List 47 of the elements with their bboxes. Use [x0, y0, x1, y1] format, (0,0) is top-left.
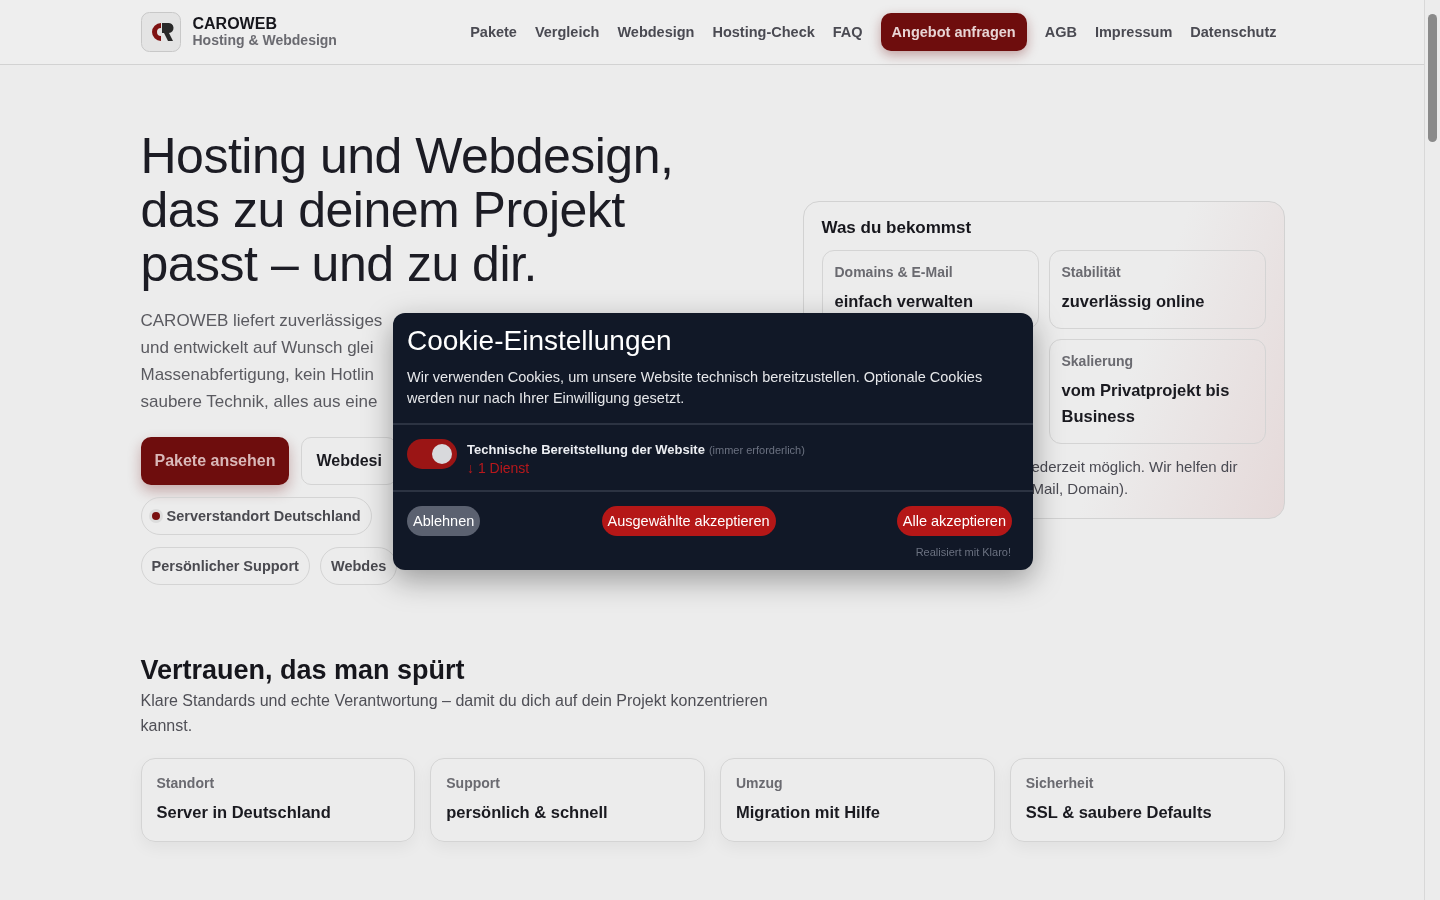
card-label: Standort	[156, 775, 216, 791]
accept-button[interactable]: Ausgewählte akzeptieren	[601, 506, 776, 536]
hero-heading: Hosting und Webdesign, das zu deinem Projekt passt – und zu dir.	[140, 129, 675, 291]
powered-by-link[interactable]: Realisiert mit Klaro!	[915, 546, 1011, 558]
card-value: Migration mit Hilfe	[736, 802, 881, 823]
nav-link[interactable]: Pakete	[470, 24, 517, 40]
nav-link[interactable]: Webdesign	[617, 24, 695, 40]
brand-name[interactable]: CAROWEB	[192, 15, 337, 32]
card-label: Sicherheit	[1025, 775, 1095, 791]
service-note: (immer erforderlich)	[708, 444, 805, 456]
tile-label: Stabilität	[1061, 264, 1122, 280]
accept-button[interactable]: Alle akzeptieren	[896, 506, 1012, 536]
nav-link[interactable]: FAQ	[832, 24, 863, 40]
nav-link[interactable]: Datenschutz	[1190, 24, 1277, 40]
decline-button[interactable]: Ablehnen	[407, 506, 481, 536]
dialog-text: Wir verwenden Cookies, um unsere Website technisch bereitzustellen. Optionale Cookies werden nur nach Ihrer Einwilligung gesetzt.	[407, 368, 984, 408]
note-text: Mail, Domain).	[1031, 479, 1130, 499]
tile-value: einfach verwalten	[834, 291, 974, 312]
tile-value: zuverlässig online	[1061, 291, 1206, 312]
note-text: ederzeit möglich. Wir helfen dir	[1031, 457, 1239, 477]
tile-value: vom Privatprojekt bis Business	[1061, 380, 1231, 427]
hero-text: Massenabfertigung, kein Hotlin	[140, 364, 374, 386]
nav-link[interactable]: Hosting-Check	[712, 24, 815, 40]
section-subtitle: Klare Standards und echte Verantwortung – damit du dich auf dein Projekt konzentrieren kannst.	[140, 691, 769, 736]
card-value: SSL & saubere Defaults	[1025, 802, 1213, 823]
hero-text: und entwickelt auf Wunsch glei	[140, 337, 374, 359]
card-value: persönlich & schnell	[446, 802, 609, 823]
toggle-switch[interactable]	[407, 439, 457, 469]
cta-button[interactable]: Angebot anfragen	[880, 13, 1027, 51]
card-label: Support	[446, 775, 501, 791]
nav-link[interactable]: Vergleich	[534, 24, 600, 40]
hero-text: saubere Technik, alles aus eine	[140, 391, 378, 413]
packages-button[interactable]: Pakete ansehen	[140, 437, 290, 485]
nav-link[interactable]: Impressum	[1094, 24, 1173, 40]
card-value: Server in Deutschland	[156, 802, 332, 823]
card-label: Umzug	[736, 775, 784, 791]
section-heading: Vertrauen, das man spürt	[140, 655, 466, 686]
service-title: Technische Bereitstellung der Website	[467, 442, 705, 457]
tile-label: Domains & E-Mail	[834, 264, 954, 280]
brand-tagline: Hosting & Webdesign	[192, 32, 337, 49]
hero-text: CAROWEB liefert zuverlässiges	[140, 310, 383, 332]
logo-icon[interactable]	[140, 12, 181, 52]
scrollbar[interactable]	[1424, 0, 1440, 900]
nav-link[interactable]: AGB	[1044, 24, 1077, 40]
dialog-title: Cookie-Einstellungen	[407, 325, 673, 357]
tile-label: Skalierung	[1061, 353, 1135, 369]
card-title: Was du bekommst	[821, 218, 973, 238]
